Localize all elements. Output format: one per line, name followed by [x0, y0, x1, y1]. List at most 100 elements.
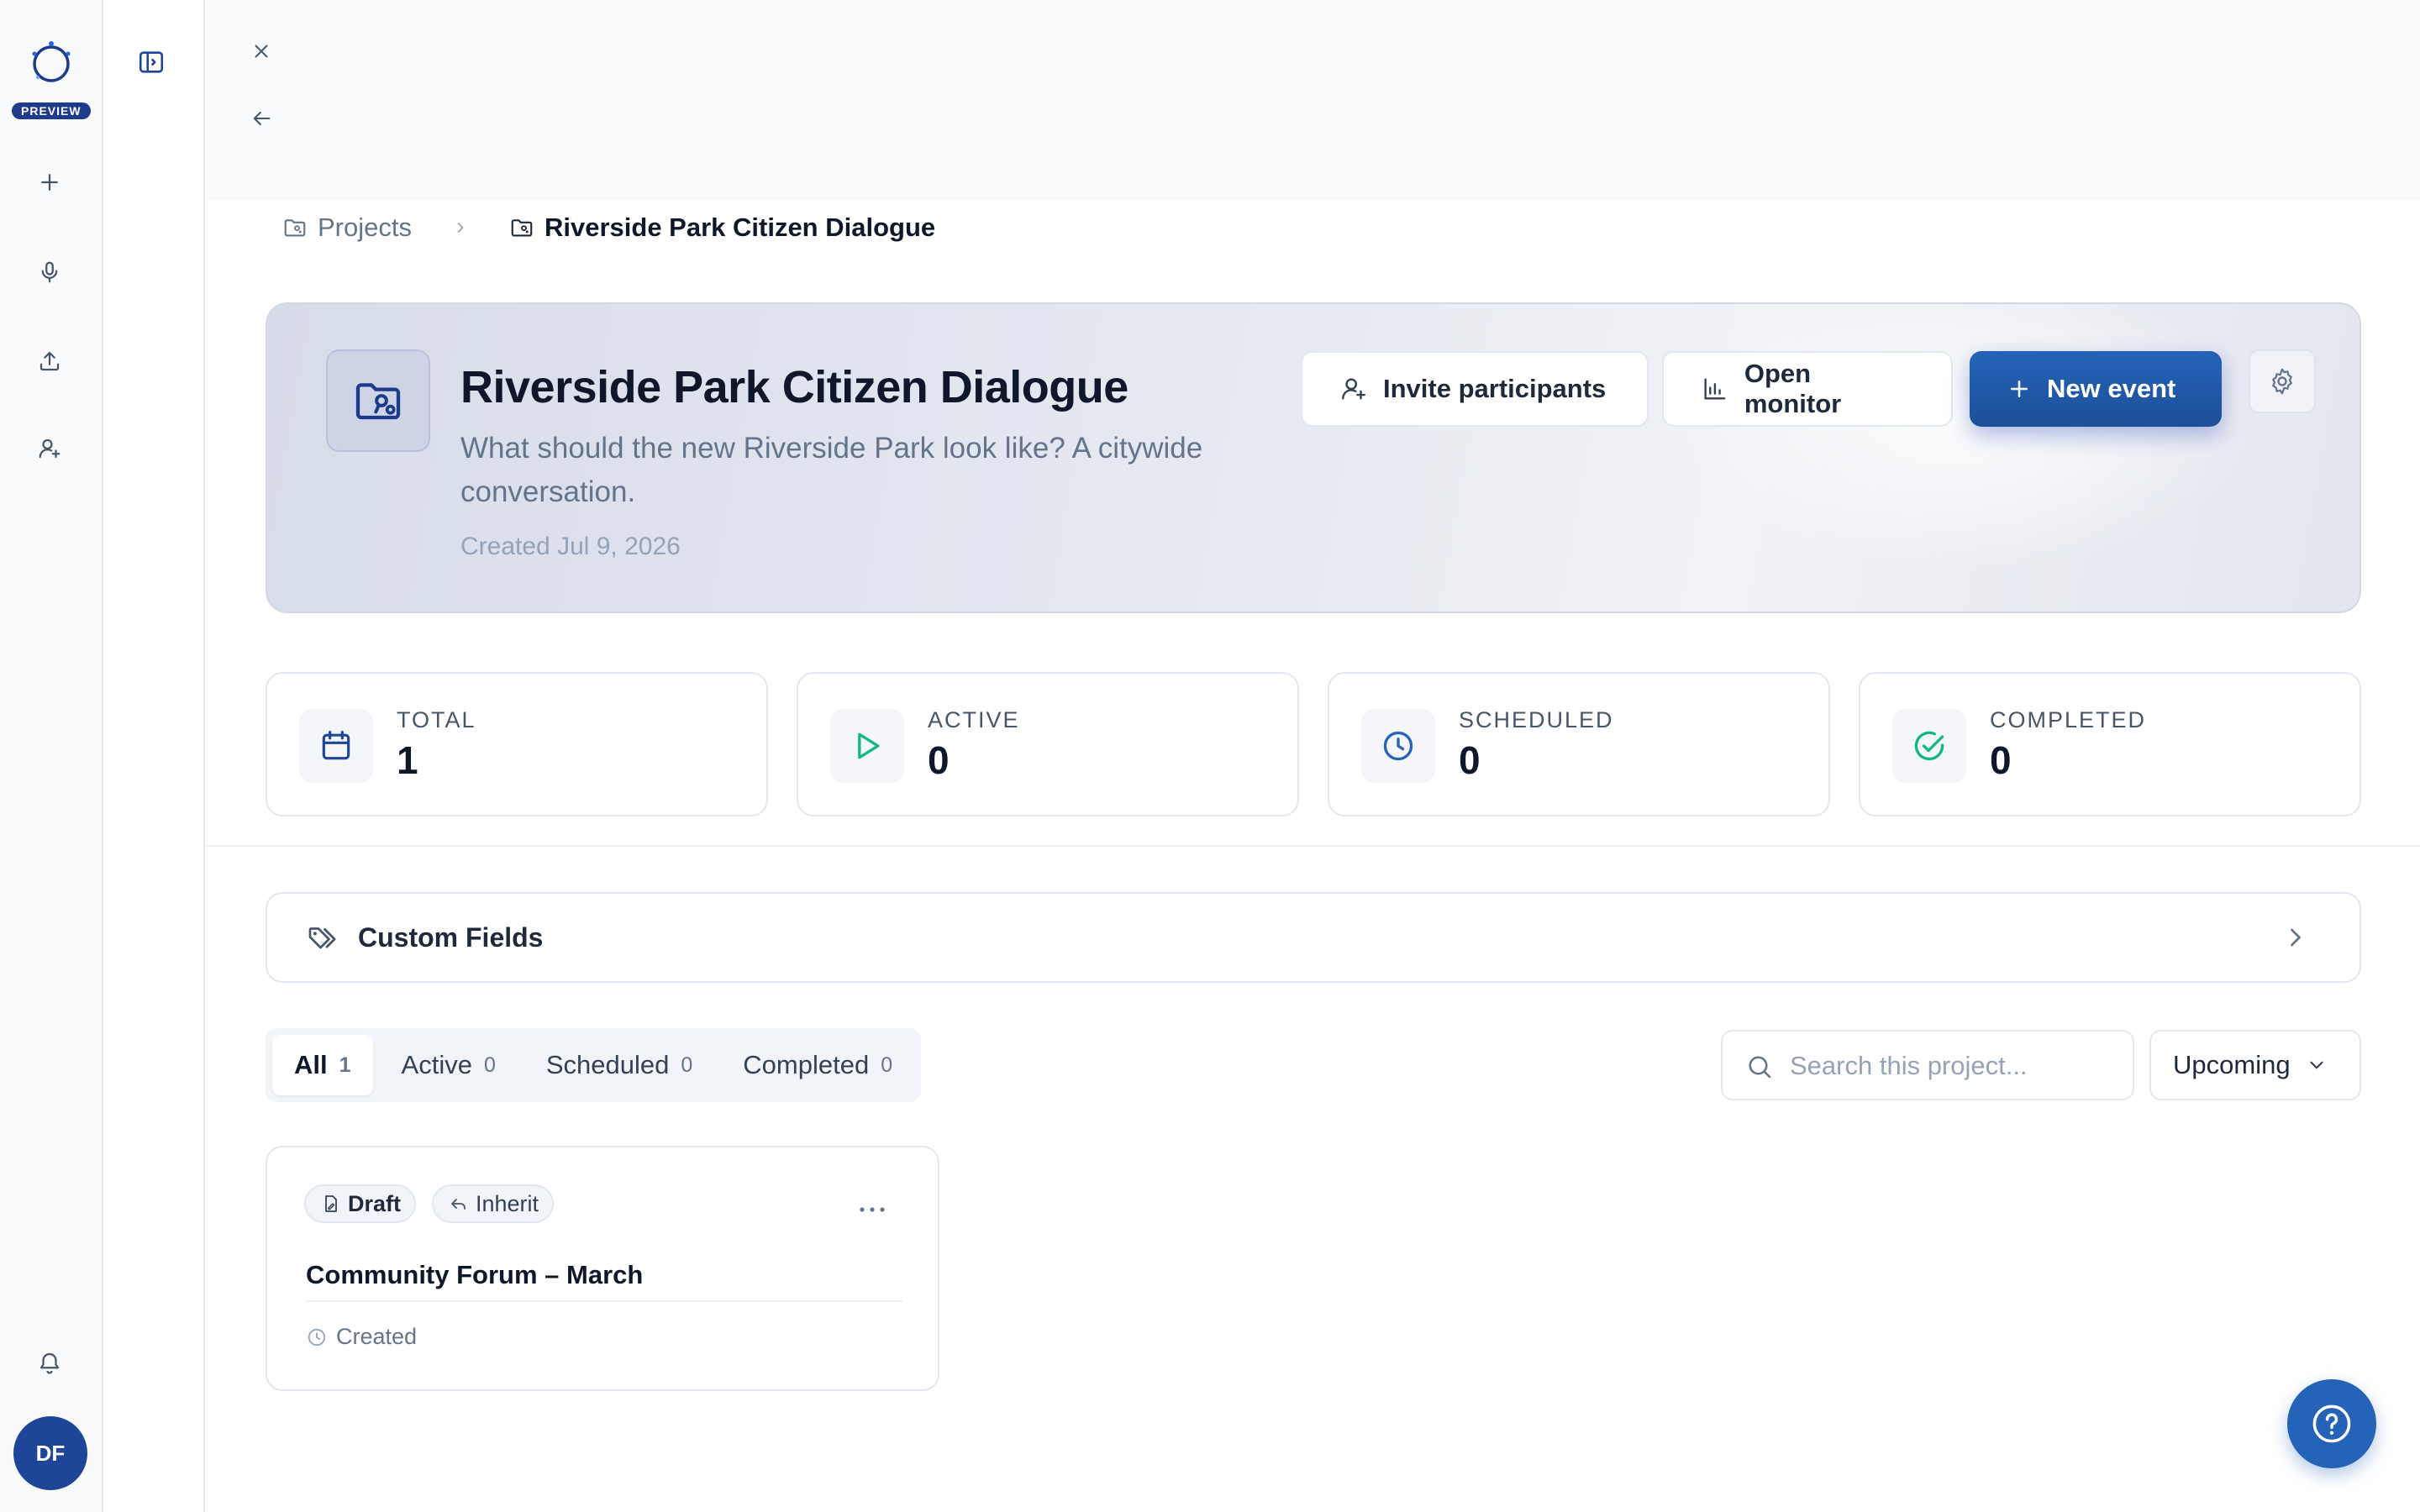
event-card[interactable]: Draft Inherit Community Forum – March Cr…: [266, 1146, 939, 1391]
chevron-right-icon: [452, 219, 469, 236]
record-button[interactable]: [26, 249, 73, 296]
stat-label: SCHEDULED: [1459, 707, 1614, 732]
search-input[interactable]: [1790, 1043, 2118, 1089]
stat-label: TOTAL: [397, 707, 476, 732]
user-plus-icon: [1342, 378, 1365, 400]
panel-toggle-icon: [139, 51, 164, 73]
stat-value: 0: [928, 738, 950, 782]
new-event-label: New event: [2047, 374, 2176, 403]
tab-label: Completed: [743, 1050, 870, 1079]
tab-completed[interactable]: Completed 0: [721, 1035, 914, 1095]
tags-icon: [306, 922, 339, 956]
calendar-icon: [299, 709, 373, 783]
project-description: What should the new Riverside Park look …: [460, 432, 1203, 508]
project-created-date: Created Jul 9, 2026: [460, 533, 681, 560]
inherit-badge-label: Inherit: [476, 1190, 539, 1216]
microphone-icon: [41, 261, 58, 283]
custom-fields-panel[interactable]: Custom Fields: [266, 892, 2361, 983]
open-monitor-button[interactable]: Open monitor: [1662, 351, 1953, 427]
project-icon-tile: [326, 349, 430, 452]
upload-button[interactable]: [26, 338, 73, 385]
more-options-button[interactable]: [855, 1193, 889, 1226]
open-monitor-label: Open monitor: [1744, 359, 1842, 418]
clock-icon: [1361, 709, 1435, 783]
tab-label: All: [294, 1050, 328, 1079]
breadcrumb: Projects Riverside Park Citizen Dialogue: [282, 210, 935, 245]
chevron-right-icon: [2281, 922, 2311, 953]
sort-selected-label: Upcoming: [2173, 1050, 2291, 1079]
project-settings-button[interactable]: [2249, 349, 2316, 413]
event-meta: Created: [306, 1324, 417, 1350]
breadcrumb-current: Riverside Park Citizen Dialogue: [509, 213, 935, 243]
user-plus-icon: [39, 438, 60, 459]
ellipsis-icon: [860, 1207, 885, 1212]
project-search: [1721, 1030, 2134, 1100]
arrow-left-icon: [253, 111, 271, 126]
stat-total: TOTAL 1: [266, 672, 768, 816]
event-title[interactable]: Community Forum – March: [306, 1260, 643, 1290]
plus-icon: [2011, 381, 2028, 397]
project-folder-icon: [355, 383, 401, 420]
breadcrumb-current-label: Riverside Park Citizen Dialogue: [544, 213, 936, 242]
custom-fields-label: Custom Fields: [358, 922, 544, 953]
stat-completed: COMPLETED 0: [1859, 672, 2361, 816]
folder-icon: [284, 219, 306, 237]
stat-label: COMPLETED: [1990, 707, 2147, 732]
tab-count: 1: [339, 1053, 351, 1077]
check-circle-icon: [1892, 709, 1966, 783]
notifications-button[interactable]: [26, 1339, 73, 1386]
add-user-button[interactable]: [26, 425, 73, 472]
play-icon: [830, 709, 904, 783]
card-divider: [306, 1300, 902, 1302]
chevron-down-icon: [2309, 1061, 2323, 1069]
tab-active[interactable]: Active 0: [380, 1035, 518, 1095]
clock-icon: [308, 1328, 326, 1346]
tab-count: 0: [483, 1053, 496, 1077]
invite-participants-label: Invite participants: [1383, 374, 1607, 403]
close-icon: [255, 45, 268, 58]
search-icon: [1744, 1052, 1775, 1082]
top-bar: [205, 0, 2420, 200]
status-badge: Draft: [304, 1184, 417, 1223]
secondary-sidebar: [103, 0, 205, 1512]
question-circle-icon: [2312, 1404, 2351, 1443]
new-event-button[interactable]: New event: [1970, 351, 2222, 427]
stat-value: 0: [1990, 738, 2012, 782]
breadcrumb-projects[interactable]: Projects: [282, 213, 412, 243]
folder-icon: [511, 219, 533, 237]
sidebar-toggle-button[interactable]: [134, 45, 168, 79]
help-button[interactable]: [2287, 1379, 2376, 1468]
status-badge-label: Draft: [348, 1190, 402, 1216]
gear-icon: [2272, 368, 2292, 395]
stat-label: ACTIVE: [928, 707, 1020, 732]
reply-arrow-icon: [451, 1199, 466, 1210]
invite-participants-button[interactable]: Invite participants: [1301, 351, 1649, 427]
bell-icon: [39, 1352, 60, 1374]
project-title: Riverside Park Citizen Dialogue: [460, 362, 1128, 412]
bar-chart-icon: [1704, 378, 1726, 400]
sort-dropdown[interactable]: Upcoming: [2149, 1030, 2361, 1100]
new-button[interactable]: [26, 159, 73, 206]
tab-all[interactable]: All 1: [272, 1035, 373, 1095]
stat-scheduled: SCHEDULED 0: [1328, 672, 1830, 816]
breadcrumb-projects-label: Projects: [318, 213, 412, 242]
close-button[interactable]: [241, 31, 281, 71]
section-divider: [205, 845, 2420, 847]
stat-value: 1: [397, 738, 418, 782]
preview-badge: PREVIEW: [12, 102, 91, 119]
project-header: Riverside Park Citizen Dialogue What sho…: [266, 302, 2361, 613]
tab-scheduled[interactable]: Scheduled 0: [524, 1035, 714, 1095]
primary-sidebar: PREVIEW DF: [0, 0, 103, 1512]
user-avatar[interactable]: DF: [13, 1416, 87, 1490]
tab-count: 0: [881, 1053, 893, 1077]
tab-label: Scheduled: [545, 1050, 670, 1079]
draft-file-icon: [325, 1195, 337, 1212]
back-button[interactable]: [241, 98, 281, 139]
inherit-badge: Inherit: [432, 1184, 555, 1223]
tab-label: Active: [401, 1050, 472, 1079]
stat-active: ACTIVE 0: [797, 672, 1299, 816]
upload-icon: [39, 351, 60, 371]
event-filter-tabs: All 1 Active 0 Scheduled 0 Completed 0: [266, 1028, 922, 1102]
event-meta-label: Created: [336, 1324, 418, 1349]
app-logo[interactable]: [26, 37, 76, 87]
